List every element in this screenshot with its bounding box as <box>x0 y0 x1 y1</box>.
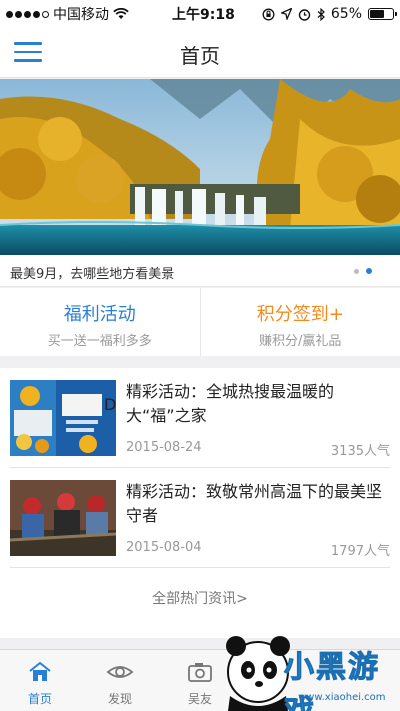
nav-bar: 首页 <box>0 28 400 78</box>
page-title: 首页 <box>180 44 220 68</box>
svg-text:D: D <box>104 395 116 414</box>
news-date: 2015-08-24 <box>126 440 202 455</box>
banner-caption-bar: 最美9月，去哪些地方看美景 <box>0 255 400 287</box>
tab-label: 发现 <box>107 692 132 706</box>
welfare-activity-button[interactable]: 福利活动 买一送一福利多多 <box>0 288 200 356</box>
signal-strength-icon <box>6 10 49 18</box>
tab-friends[interactable]: 吴友 <box>160 650 240 711</box>
location-icon <box>280 8 292 20</box>
carrier-label: 中国移动 <box>53 7 109 23</box>
eye-icon <box>106 666 134 678</box>
carousel-dot-active[interactable] <box>366 268 372 274</box>
news-popularity: 3135人气 <box>330 444 390 459</box>
wifi-icon <box>113 8 129 19</box>
news-item[interactable]: D 精彩活动：全城热搜最温暖的大“福”之家 2015-08-24 3135人气 <box>10 368 390 468</box>
hot-news-list: D 精彩活动：全城热搜最温暖的大“福”之家 2015-08-24 3135人气 … <box>0 368 400 638</box>
clock: 上午9:18 <box>172 7 235 23</box>
home-icon <box>29 661 51 681</box>
news-date: 2015-08-04 <box>126 540 202 555</box>
carousel-indicator[interactable] <box>354 268 372 274</box>
points-checkin-title: 积分签到+ <box>256 304 344 325</box>
welfare-activity-subtitle: 买一送一福利多多 <box>47 334 152 349</box>
points-checkin-button[interactable]: 积分签到+ 赚积分/赢礼品 <box>199 288 400 356</box>
news-thumbnail <box>10 480 116 556</box>
rotation-lock-icon <box>262 8 275 20</box>
banner-caption: 最美9月，去哪些地方看美景 <box>10 267 175 282</box>
news-title: 精彩活动：全城热搜最温暖的大“福”之家 <box>126 382 335 425</box>
news-title: 精彩活动：致敬常州高温下的最美坚守者 <box>126 482 383 525</box>
tab-home[interactable]: 首页 <box>0 650 80 711</box>
banner-carousel[interactable] <box>0 79 400 255</box>
all-hot-news-link[interactable]: 全部热门资讯> <box>0 588 400 608</box>
alarm-icon <box>298 8 311 21</box>
status-left: 中国移动 <box>6 4 129 24</box>
tab-label: 吴友 <box>187 692 212 706</box>
status-right: 65% <box>262 6 397 22</box>
banner-image <box>0 79 400 255</box>
bluetooth-icon <box>317 7 325 21</box>
welfare-activity-title: 福利活动 <box>63 304 136 325</box>
news-item[interactable]: 精彩活动：致敬常州高温下的最美坚守者 2015-08-04 1797人气 <box>10 468 390 568</box>
camera-icon <box>188 663 212 682</box>
points-checkin-subtitle: 赚积分/赢礼品 <box>259 334 342 349</box>
quick-actions: 福利活动 买一送一福利多多 积分签到+ 赚积分/赢礼品 <box>0 288 400 356</box>
carousel-dot[interactable] <box>354 269 359 274</box>
tab-discover[interactable]: 发现 <box>80 650 160 711</box>
tab-label: 首页 <box>27 692 52 706</box>
status-bar: 中国移动 上午9:18 65% <box>0 0 400 28</box>
news-popularity: 1797人气 <box>330 544 390 559</box>
news-thumbnail: D <box>10 380 116 456</box>
battery-percent: 65% <box>330 6 362 22</box>
tab-bar: 首页 发现 吴友 <box>0 649 400 711</box>
battery-icon <box>368 8 397 20</box>
